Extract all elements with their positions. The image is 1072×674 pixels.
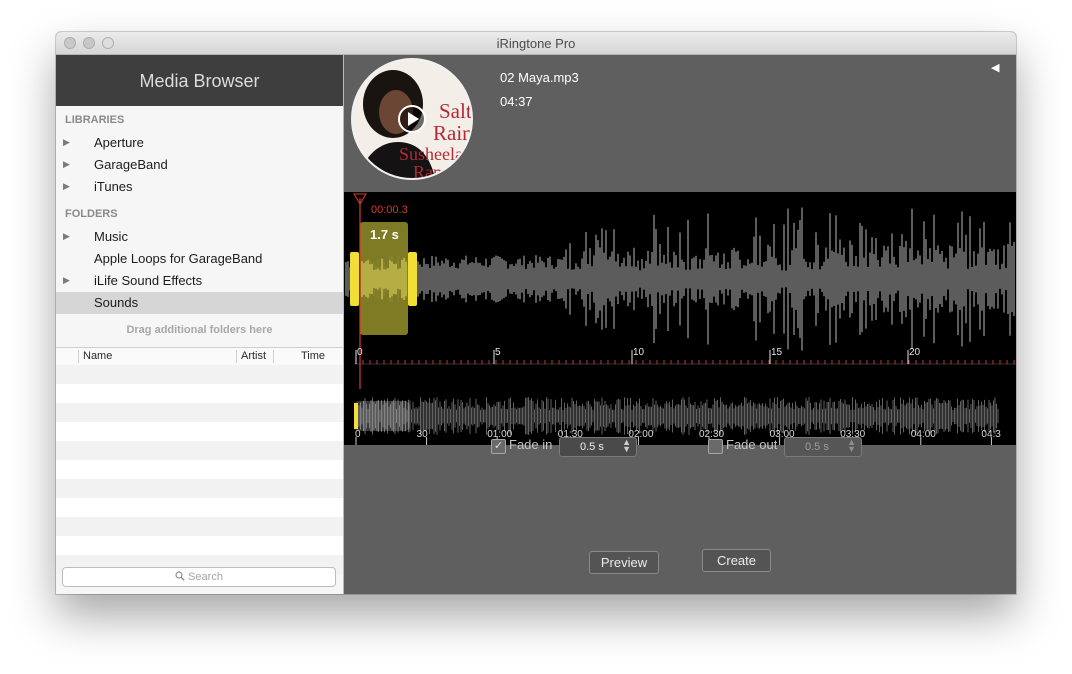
waveform-overview[interactable]: 0 30 01:00 01:30 02:00 02:30 03:00 03:30 04:00 04… [344, 389, 1016, 445]
window-title: iRingtone Pro [496, 36, 576, 51]
playhead-time-label: 00:00.3 [371, 204, 408, 216]
magnifier-icon [175, 571, 188, 583]
file-table-header: Name Artist Time [56, 347, 343, 366]
libraries-section-label: LIBRARIES [65, 114, 125, 126]
stepper-arrows-icon[interactable]: ▲ ▼ [622, 438, 631, 454]
search-field[interactable]: Search [62, 567, 336, 587]
overview-waveform [355, 397, 999, 435]
search-placeholder: Search [188, 571, 223, 583]
folders-section-label: FOLDERS [65, 208, 118, 220]
album-artwork[interactable]: Salt Rain Susheela Raman [351, 58, 473, 180]
table-row[interactable] [56, 498, 343, 517]
preview-button[interactable]: Preview [589, 551, 659, 574]
table-row[interactable] [56, 536, 343, 555]
artwork-text: Raman [413, 162, 464, 178]
column-header-artist[interactable]: Artist [241, 350, 266, 362]
table-row[interactable] [56, 460, 343, 479]
selection-end-handle[interactable] [408, 252, 417, 306]
sidebar-item-sounds[interactable]: Sounds [56, 292, 343, 314]
column-separator [78, 350, 79, 363]
sidebar-item-label: GarageBand [94, 157, 168, 172]
sidebar-item-label: iTunes [94, 179, 133, 194]
sidebar-item-aperture[interactable]: ▶ Aperture [56, 132, 343, 154]
overview-selection-marker[interactable] [354, 403, 358, 429]
sidebar-item-music[interactable]: ▶ Music [56, 226, 343, 248]
disclosure-triangle-icon[interactable]: ▶ [63, 275, 70, 286]
ruler-minor-ticks [355, 360, 1015, 364]
drag-folders-hint: Drag additional folders here [126, 324, 273, 336]
selection-length-label: 1.7 s [370, 227, 399, 242]
table-row[interactable] [56, 365, 343, 384]
sidebar-item-label: Aperture [94, 135, 144, 150]
waveform-editor[interactable]: 1.7 s 00:00.3 0 5 10 15 20 [344, 192, 1016, 389]
table-row[interactable] [56, 384, 343, 403]
sidebar-item-ilife-sound-effects[interactable]: ▶ iLife Sound Effects [56, 270, 343, 292]
overview-tick-label: 04:00 [911, 429, 936, 440]
overview-visible-range[interactable] [354, 401, 410, 431]
overview-tick-label: 0 [355, 429, 361, 440]
ruler-tick-label: 20 [909, 347, 921, 358]
disclosure-triangle-icon[interactable]: ▶ [63, 181, 70, 192]
app-window: iRingtone Pro Media Browser LIBRARIES ▶ … [56, 32, 1016, 594]
fade-in-value: 0.5 s [580, 441, 604, 453]
fade-out-checkbox[interactable] [708, 439, 723, 454]
title-bar: iRingtone Pro [56, 32, 1016, 55]
file-table[interactable] [56, 365, 343, 580]
artwork-text: Salt [439, 99, 471, 123]
ruler-tick-label: 10 [633, 347, 645, 358]
table-row[interactable] [56, 441, 343, 460]
triangle-left-icon[interactable]: ◀ [991, 61, 999, 74]
disclosure-triangle-icon[interactable]: ▶ [63, 137, 70, 148]
sidebar-item-label: iLife Sound Effects [94, 273, 203, 288]
track-file-name: 02 Maya.mp3 [500, 70, 579, 85]
selection-start-handle[interactable] [350, 252, 359, 306]
track-duration: 04:37 [500, 94, 533, 109]
artwork-text: Susheela [399, 144, 463, 164]
ruler-tick-label: 0 [357, 347, 363, 358]
column-separator [273, 350, 274, 363]
sidebar-item-label: Sounds [94, 295, 139, 310]
column-header-name[interactable]: Name [83, 350, 112, 362]
fade-in-duration-stepper[interactable]: 0.5 s ▲ ▼ [559, 437, 637, 457]
fade-out-duration-stepper[interactable]: 0.5 s ▲ ▼ [784, 437, 862, 457]
editor-panel: Salt Rain Susheela Raman 02 Maya.mp3 04:… [344, 55, 1016, 594]
overview-tick-label: 04:3 [981, 429, 1001, 440]
sidebar-item-garageband[interactable]: ▶ GarageBand [56, 154, 343, 176]
fade-out-value: 0.5 s [805, 441, 829, 453]
column-separator [236, 350, 237, 363]
artwork-text: Rain [433, 121, 471, 145]
table-row[interactable] [56, 517, 343, 536]
waveform-bars [345, 207, 1015, 351]
table-row[interactable] [56, 422, 343, 441]
fade-out-label: Fade out [726, 437, 778, 452]
fade-in-checkbox[interactable]: ✓ [491, 439, 506, 454]
table-row[interactable] [56, 479, 343, 498]
table-row[interactable] [56, 403, 343, 422]
media-browser-title: Media Browser [56, 55, 343, 106]
column-header-time[interactable]: Time [301, 350, 325, 362]
sidebar-item-label: Apple Loops for GarageBand [94, 251, 263, 266]
disclosure-triangle-icon[interactable]: ▶ [63, 159, 70, 170]
create-button[interactable]: Create [702, 549, 771, 572]
ruler-tick-label: 15 [771, 347, 783, 358]
sidebar-item-apple-loops[interactable]: Apple Loops for GarageBand [56, 248, 343, 270]
media-browser-sidebar: Media Browser LIBRARIES ▶ Aperture ▶ Gar… [56, 55, 344, 594]
fade-in-label: Fade in [509, 437, 553, 452]
source-list: LIBRARIES ▶ Aperture ▶ GarageBand ▶ iTun… [56, 106, 343, 346]
disclosure-triangle-icon[interactable]: ▶ [63, 231, 70, 242]
sidebar-item-itunes[interactable]: ▶ iTunes [56, 176, 343, 198]
stepper-arrows-icon[interactable]: ▲ ▼ [847, 438, 856, 454]
sidebar-item-label: Music [94, 229, 128, 244]
overview-tick-label: 30 [417, 429, 429, 440]
ruler-tick-label: 5 [495, 347, 501, 358]
play-circle-icon[interactable] [397, 104, 427, 134]
